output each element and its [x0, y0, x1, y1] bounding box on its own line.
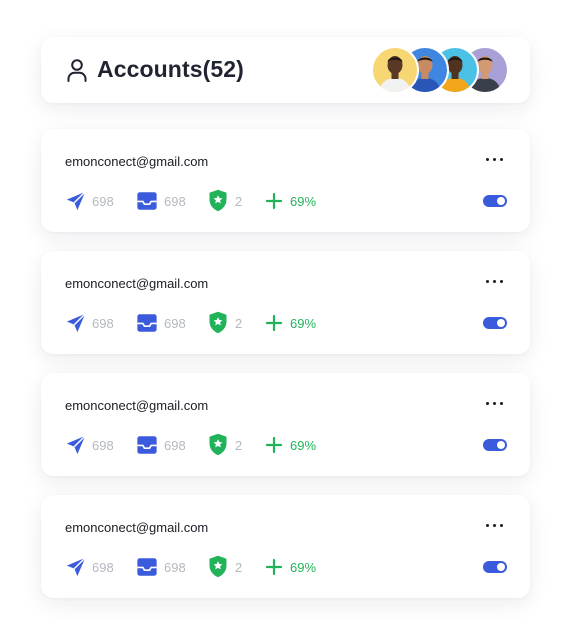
inbox-icon: [137, 558, 157, 576]
growth-percent: 69%: [290, 438, 317, 453]
avatar[interactable]: [371, 46, 419, 94]
send-icon: [66, 557, 86, 577]
account-email: emonconect@gmail.com: [65, 398, 209, 413]
account-email: emonconect@gmail.com: [65, 154, 209, 169]
plus-icon: [265, 192, 283, 210]
growth-percent: 69%: [290, 560, 317, 575]
page-title: Accounts(52): [97, 56, 244, 82]
account-card: emonconect@gmail.com 698 698 2 69%: [41, 495, 530, 598]
verified-count: 2: [235, 438, 243, 453]
inbox-count: 698: [164, 316, 186, 331]
account-toggle[interactable]: [483, 317, 507, 329]
growth-percent: 69%: [290, 316, 317, 331]
inbox-icon: [137, 436, 157, 454]
plus-icon: [265, 314, 283, 332]
user-icon: [67, 59, 87, 82]
account-card: emonconect@gmail.com 698 698 2 69%: [41, 129, 530, 232]
inbox-count: 698: [164, 560, 186, 575]
verified-count: 2: [235, 560, 243, 575]
inbox-count: 698: [164, 438, 186, 453]
send-icon: [66, 313, 86, 333]
account-toggle[interactable]: [483, 439, 507, 451]
more-options-button[interactable]: [485, 518, 505, 532]
verified-shield-icon: [209, 555, 227, 578]
verified-count: 2: [235, 316, 243, 331]
inbox-count: 698: [164, 194, 186, 209]
account-card: emonconect@gmail.com 698 698 2 69%: [41, 251, 530, 354]
inbox-icon: [137, 192, 157, 210]
inbox-icon: [137, 314, 157, 332]
plus-icon: [265, 558, 283, 576]
account-email: emonconect@gmail.com: [65, 276, 209, 291]
accounts-header-card: Accounts(52): [41, 37, 530, 103]
account-email: emonconect@gmail.com: [65, 520, 209, 535]
send-icon: [66, 435, 86, 455]
send-icon: [66, 191, 86, 211]
plus-icon: [265, 436, 283, 454]
verified-shield-icon: [209, 311, 227, 334]
verified-shield-icon: [209, 433, 227, 456]
account-toggle[interactable]: [483, 561, 507, 573]
more-options-button[interactable]: [485, 396, 505, 410]
verified-count: 2: [235, 194, 243, 209]
sent-count: 698: [92, 316, 114, 331]
account-card: emonconect@gmail.com 698 698 2 69%: [41, 373, 530, 476]
growth-percent: 69%: [290, 194, 317, 209]
sent-count: 698: [92, 560, 114, 575]
more-options-button[interactable]: [485, 152, 505, 166]
sent-count: 698: [92, 438, 114, 453]
account-toggle[interactable]: [483, 195, 507, 207]
sent-count: 698: [92, 194, 114, 209]
verified-shield-icon: [209, 189, 227, 212]
more-options-button[interactable]: [485, 274, 505, 288]
